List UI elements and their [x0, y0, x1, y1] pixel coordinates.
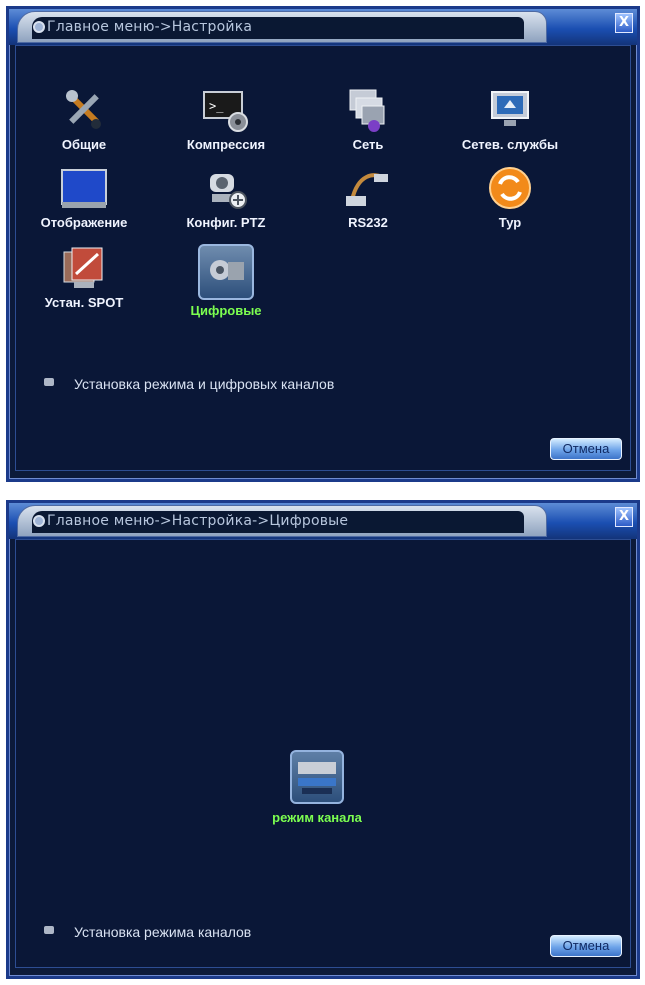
digital-channel-icon — [198, 244, 254, 300]
window-title: Главное меню->Настройка->Цифровые — [47, 513, 349, 529]
menu-item-spot[interactable]: Устан. SPOT — [24, 244, 144, 310]
display-icon — [60, 164, 108, 212]
settings-icon — [33, 21, 45, 33]
network-label: Сеть — [352, 137, 384, 152]
channel-mode-icon — [290, 750, 344, 804]
ptz-camera-icon — [202, 164, 250, 212]
close-button[interactable]: X — [615, 13, 633, 33]
hint-bullet-icon — [44, 378, 54, 386]
compression-icon: >_ — [202, 86, 250, 134]
menu-item-rs232[interactable]: RS232 — [308, 164, 428, 230]
compression-label: Компрессия — [186, 137, 266, 152]
menu-item-compression[interactable]: >_ Компрессия — [166, 86, 286, 152]
digital-panel: режим канала Установка режима каналов От… — [15, 539, 631, 968]
settings-icon — [33, 515, 45, 527]
digital-settings-window: Главное меню->Настройка->Цифровые X режи… — [6, 500, 640, 979]
title-bar: Главное меню->Настройка->Цифровые X — [9, 503, 637, 539]
rs232-label: RS232 — [348, 215, 388, 230]
menu-item-display[interactable]: Отображение — [24, 164, 144, 230]
settings-window: Главное меню->Настройка X Общие >_ Компр… — [6, 6, 640, 482]
cancel-button[interactable]: Отмена — [550, 438, 622, 460]
hint-text: Установка режима и цифровых каналов — [74, 376, 335, 392]
tools-icon — [60, 86, 108, 134]
menu-item-network[interactable]: Сеть — [308, 86, 428, 152]
tour-label: Тур — [498, 215, 522, 230]
ptz-config-label: Конфиг. PTZ — [186, 215, 266, 230]
general-label: Общие — [61, 137, 107, 152]
tour-refresh-icon — [486, 164, 534, 212]
spot-label: Устан. SPOT — [44, 295, 124, 310]
spot-output-icon — [60, 244, 108, 292]
hint-text: Установка режима каналов — [74, 924, 252, 940]
network-services-icon — [486, 86, 534, 134]
display-label: Отображение — [40, 215, 128, 230]
network-services-label: Сетев. службы — [461, 137, 559, 152]
title-bar: Главное меню->Настройка X — [9, 9, 637, 45]
rs232-cable-icon — [344, 164, 392, 212]
menu-item-tour[interactable]: Тур — [450, 164, 570, 230]
menu-item-ptz-config[interactable]: Конфиг. PTZ — [166, 164, 286, 230]
network-icon — [344, 86, 392, 134]
close-button[interactable]: X — [615, 507, 633, 527]
window-title: Главное меню->Настройка — [47, 19, 253, 35]
cancel-button[interactable]: Отмена — [550, 935, 622, 957]
menu-item-general[interactable]: Общие — [24, 86, 144, 152]
menu-item-digital[interactable]: Цифровые — [166, 244, 286, 318]
digital-label: Цифровые — [190, 303, 262, 318]
menu-item-network-services[interactable]: Сетев. службы — [450, 86, 570, 152]
settings-panel: Общие >_ Компрессия Сеть Сетев. службы О… — [15, 45, 631, 471]
hint-bullet-icon — [44, 926, 54, 934]
channel-mode-label: режим канала — [272, 810, 362, 825]
menu-item-channel-mode[interactable]: режим канала — [242, 750, 392, 825]
svg-text:>_: >_ — [209, 99, 224, 113]
